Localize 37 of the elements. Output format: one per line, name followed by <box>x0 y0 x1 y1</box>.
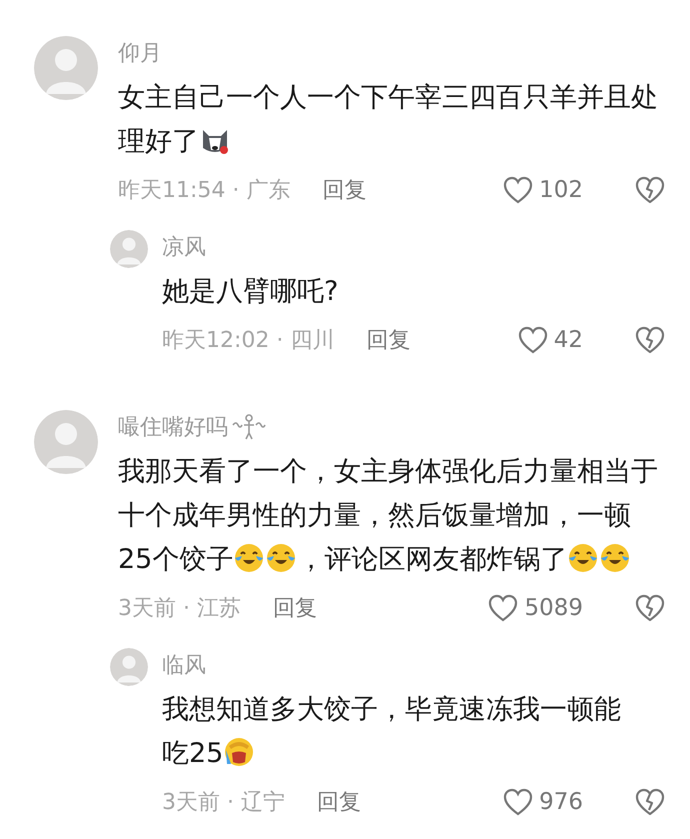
dislike-button[interactable] <box>635 594 665 622</box>
like-button[interactable]: 5089 <box>488 594 583 622</box>
comment-text: 我想知道多大饺子，毕竟速冻我一顿能吃25 <box>162 693 622 771</box>
time-location: 昨天12:02 · 四川 <box>162 327 334 355</box>
heart-icon <box>503 788 534 816</box>
reply-link[interactable]: 回复 <box>366 325 410 355</box>
broken-heart-icon <box>635 176 665 204</box>
crying-laugh-emoji-icon <box>567 542 600 574</box>
user-name[interactable]: 凉风 <box>162 232 206 262</box>
reply-link[interactable]: 回复 <box>316 787 361 817</box>
like-button[interactable]: 976 <box>503 788 583 816</box>
dislike-button[interactable] <box>635 326 665 354</box>
user-name[interactable]: 嘬住嘴好吗 <box>118 412 228 442</box>
broken-heart-icon <box>635 594 665 622</box>
time-location: 3天前 · 辽宁 <box>162 789 285 817</box>
user-name[interactable]: 临风 <box>162 650 206 680</box>
reply-link[interactable]: 回复 <box>322 175 366 205</box>
user-name[interactable]: 仰月 <box>118 38 162 68</box>
broken-heart-icon <box>635 788 665 816</box>
like-button[interactable]: 102 <box>503 176 583 204</box>
time-location: 3天前 · 江苏 <box>118 595 241 623</box>
crying-laugh-emoji-icon <box>599 542 632 574</box>
time-location: 昨天11:54 · 广东 <box>118 177 290 205</box>
reply-link[interactable]: 回复 <box>272 593 317 623</box>
dislike-button[interactable] <box>635 788 665 816</box>
crying-laugh-emoji-icon <box>265 542 298 574</box>
crying-emoji-icon <box>223 736 256 768</box>
comment-text: 她是八臂哪吒? <box>162 275 340 309</box>
heart-icon <box>503 176 534 204</box>
heart-icon <box>488 594 518 622</box>
like-button[interactable]: 42 <box>518 326 583 354</box>
dislike-button[interactable] <box>635 176 665 204</box>
broken-heart-icon <box>635 326 665 354</box>
comment-text: 我那天看了一个，女主身体强化后力量相当于十个成年男性的力量，然后饭量增加，一顿25个饺子 ，评论区网友都炸锅了 <box>118 455 659 577</box>
crying-laugh-emoji-icon <box>233 542 266 574</box>
heart-icon <box>518 326 548 354</box>
comment-text: 女主自己一个人一个下午宰三四百只羊并且处理好了 <box>118 81 659 159</box>
